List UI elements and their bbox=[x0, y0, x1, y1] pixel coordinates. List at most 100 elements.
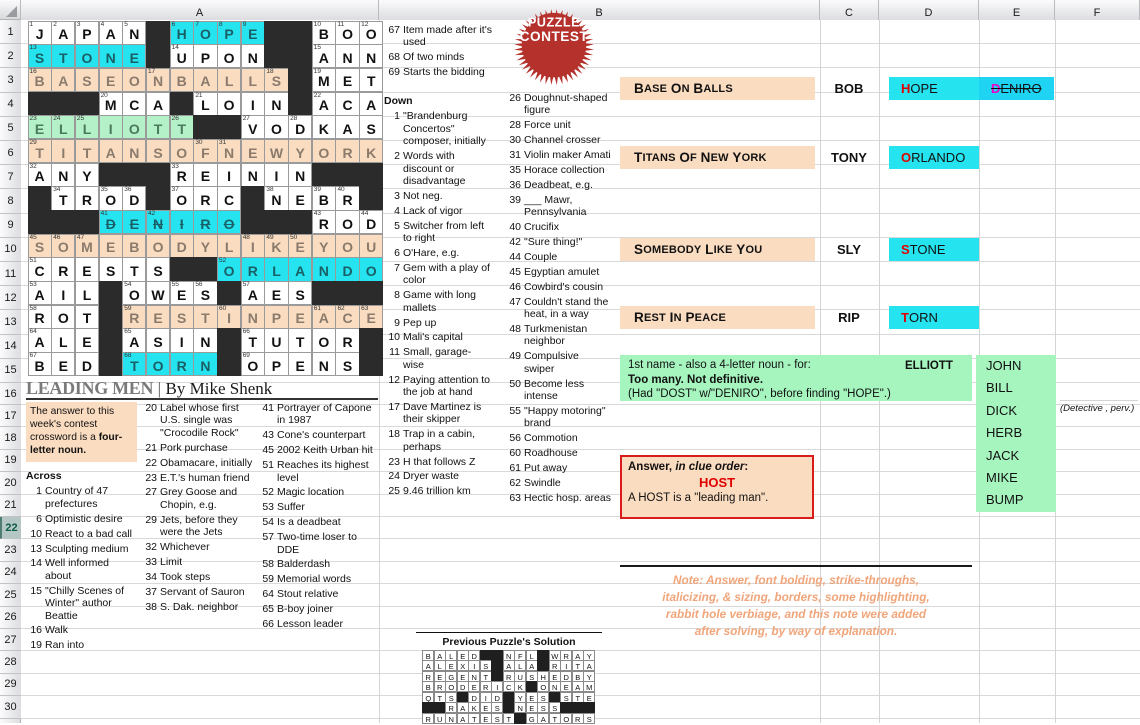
row-header-6[interactable]: 6 bbox=[0, 141, 21, 166]
select-all-corner[interactable] bbox=[0, 0, 21, 20]
crossword-cell[interactable]: 36 D bbox=[122, 186, 147, 211]
crossword-cell[interactable]: 24 L bbox=[51, 115, 76, 140]
crossword-cell[interactable]: 42 N bbox=[145, 210, 171, 235]
row-header-2[interactable]: 2 bbox=[0, 44, 21, 69]
crossword-cell[interactable]: S bbox=[145, 138, 171, 164]
crossword-cell[interactable]: 10 B bbox=[311, 20, 336, 45]
crossword-cell[interactable]: 63 E bbox=[359, 304, 384, 329]
row-header-21[interactable]: 21 bbox=[0, 494, 21, 517]
column-header-D[interactable]: D bbox=[879, 0, 979, 20]
crossword-cell[interactable]: 19 M bbox=[311, 67, 336, 93]
crossword-cell[interactable]: N bbox=[240, 162, 265, 187]
crossword-cell[interactable]: O bbox=[264, 115, 289, 140]
crossword-cell[interactable]: N bbox=[98, 44, 123, 69]
crossword-cell[interactable]: E bbox=[98, 67, 123, 93]
crossword-cell[interactable]: Y bbox=[311, 233, 336, 258]
crossword-cell[interactable]: I bbox=[217, 162, 242, 187]
crossword-cell[interactable]: 29 T bbox=[27, 138, 52, 164]
crossword-cell[interactable]: W bbox=[145, 281, 171, 306]
crossword-cell[interactable]: N bbox=[311, 257, 336, 282]
crossword-cell[interactable]: O bbox=[335, 233, 360, 258]
crossword-cell[interactable]: P bbox=[264, 304, 289, 329]
crossword-cell[interactable]: I bbox=[264, 162, 289, 187]
crossword-cell[interactable]: 6H bbox=[169, 20, 194, 45]
row-header-22[interactable]: 22 bbox=[0, 517, 21, 540]
crossword-cell[interactable]: O bbox=[145, 233, 171, 258]
crossword-cell[interactable]: E bbox=[145, 304, 171, 329]
crossword-cell[interactable]: 13 S bbox=[27, 44, 52, 69]
row-header-17[interactable]: 17 bbox=[0, 405, 21, 428]
row-header-4[interactable]: 4 bbox=[0, 92, 21, 117]
crossword-cell[interactable]: 15 A bbox=[311, 44, 336, 69]
row-header-10[interactable]: 10 bbox=[0, 237, 21, 262]
crossword-cell[interactable]: C bbox=[217, 186, 242, 211]
row-header-9[interactable]: 9 bbox=[0, 213, 21, 238]
crossword-cell[interactable]: 33 R bbox=[169, 162, 194, 187]
crossword-cell[interactable]: L bbox=[51, 328, 76, 353]
crossword-cell[interactable]: 26 T bbox=[169, 115, 194, 140]
crossword-cell[interactable]: 52 O bbox=[217, 257, 242, 282]
column-header-C[interactable]: C bbox=[820, 0, 879, 20]
row-header-column[interactable]: 1 2 3 4 5 6 7 8 9 10 11 12 13 14 15 16 17 18 19 20 21 22 23 24 2… bbox=[0, 20, 21, 723]
crossword-cell[interactable]: 46 O bbox=[51, 233, 76, 258]
crossword-cell[interactable]: 28 D bbox=[288, 115, 313, 140]
crossword-cell[interactable]: 58 R bbox=[27, 304, 52, 329]
crossword-cell[interactable]: R bbox=[169, 352, 194, 377]
crossword-cell[interactable]: 8P bbox=[217, 20, 242, 45]
crossword-cell[interactable]: S bbox=[288, 281, 313, 306]
crossword-cell[interactable]: 60 I bbox=[217, 304, 242, 329]
crossword-cell[interactable]: 1J bbox=[27, 20, 52, 45]
crossword-cell[interactable]: O bbox=[74, 44, 100, 69]
crossword-cell[interactable]: O bbox=[335, 210, 360, 235]
crossword-cell[interactable]: T bbox=[74, 138, 100, 164]
crossword-cell[interactable]: 30 F bbox=[193, 138, 218, 164]
crossword-cell[interactable]: L bbox=[74, 281, 100, 306]
crossword-cell[interactable]: N bbox=[193, 328, 218, 353]
row-header-16[interactable]: 16 bbox=[0, 383, 21, 405]
crossword-cell[interactable]: R bbox=[335, 138, 360, 164]
row-header-23[interactable]: 23 bbox=[0, 539, 21, 562]
crossword-cell[interactable]: 23 E bbox=[27, 115, 52, 140]
row-header-28[interactable]: 28 bbox=[0, 651, 21, 674]
column-header-E[interactable]: E bbox=[979, 0, 1055, 20]
crossword-cell[interactable]: L bbox=[217, 67, 242, 93]
crossword-cell[interactable]: E bbox=[122, 44, 147, 69]
crossword-cell[interactable]: E bbox=[264, 281, 289, 306]
crossword-cell[interactable]: 39 B bbox=[311, 186, 336, 211]
crossword-cell[interactable]: O bbox=[122, 115, 147, 140]
crossword-cell[interactable]: 65 A bbox=[122, 328, 147, 353]
crossword-cell[interactable]: E bbox=[288, 352, 313, 377]
crossword-cell[interactable]: S bbox=[145, 328, 171, 353]
crossword-cell[interactable]: 67 B bbox=[27, 352, 52, 377]
row-header-14[interactable]: 14 bbox=[0, 334, 21, 359]
crossword-cell[interactable]: 50 E bbox=[288, 233, 313, 258]
crossword-cell[interactable]: C bbox=[122, 91, 147, 116]
crossword-cell[interactable]: 3P bbox=[74, 20, 100, 45]
row-header-3[interactable]: 3 bbox=[0, 68, 21, 93]
crossword-cell[interactable]: Y bbox=[288, 138, 313, 164]
crossword-cell[interactable]: 54 O bbox=[122, 281, 147, 306]
crossword-cell[interactable]: 22 A bbox=[311, 91, 336, 116]
crossword-cell[interactable]: P bbox=[264, 352, 289, 377]
crossword-cell[interactable]: T bbox=[74, 304, 100, 329]
crossword-cell[interactable]: R bbox=[335, 328, 360, 353]
crossword-cell[interactable]: T bbox=[145, 115, 171, 140]
crossword-cell[interactable]: N bbox=[240, 44, 265, 69]
crossword-cell[interactable]: 34 T bbox=[51, 186, 76, 211]
crossword-cell[interactable]: R bbox=[193, 186, 218, 211]
crossword-cell[interactable]: O bbox=[311, 138, 336, 164]
crossword-cell[interactable]: 2A bbox=[51, 20, 76, 45]
crossword-cell[interactable]: S bbox=[359, 115, 384, 140]
row-header-19[interactable]: 19 bbox=[0, 449, 21, 473]
crossword-cell[interactable]: A bbox=[359, 91, 384, 116]
crossword-cell[interactable]: 5N bbox=[122, 20, 147, 45]
crossword-cell[interactable]: O bbox=[217, 210, 242, 235]
crossword-cell[interactable]: R bbox=[193, 210, 218, 235]
crossword-cell[interactable]: S bbox=[98, 257, 123, 282]
row-header-7[interactable]: 7 bbox=[0, 165, 21, 190]
crossword-cell[interactable]: I bbox=[240, 91, 265, 116]
crossword-cell[interactable]: Y bbox=[193, 233, 218, 258]
crossword-cell[interactable]: E bbox=[74, 328, 100, 353]
crossword-cell[interactable]: E bbox=[193, 162, 218, 187]
crossword-cell[interactable]: R bbox=[74, 186, 100, 211]
